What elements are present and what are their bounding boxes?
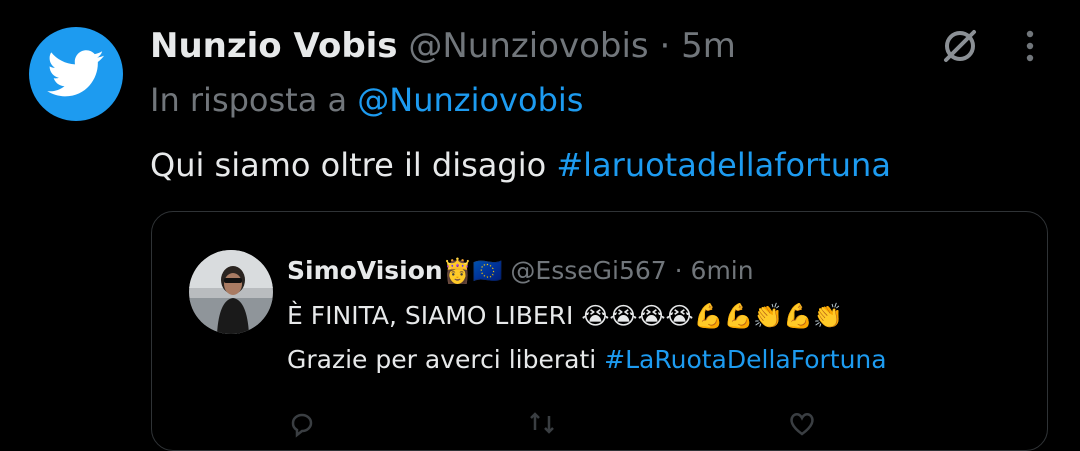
reply-prefix: In risposta a — [150, 81, 348, 119]
quoted-line-2-text: Grazie per averci liberati — [287, 345, 597, 374]
quoted-header: SimoVision👸🇪🇺 @EsseGi567 · 6min — [287, 254, 754, 288]
author-name[interactable]: Nunzio Vobis — [150, 26, 398, 66]
like-icon[interactable] — [787, 408, 817, 438]
quoted-separator: · — [674, 256, 683, 285]
reply-handle-link[interactable]: @Nunziovobis — [357, 81, 583, 119]
quoted-avatar[interactable] — [189, 250, 273, 334]
hide-icon[interactable] — [938, 24, 982, 68]
quoted-time[interactable]: 6min — [691, 256, 754, 285]
retweet-icon[interactable] — [527, 408, 557, 438]
quoted-line-2: Grazie per averci liberati #LaRuotaDella… — [287, 342, 887, 378]
quoted-hashtag-link[interactable]: #LaRuotaDellaFortuna — [604, 345, 886, 374]
avatar[interactable] — [29, 27, 123, 121]
tweet-body: Qui siamo oltre il disagio — [150, 146, 547, 184]
tweet-header: Nunzio Vobis @Nunziovobis · 5m — [150, 24, 736, 68]
quoted-author-name[interactable]: SimoVision — [287, 256, 443, 285]
reply-icon[interactable] — [287, 408, 317, 438]
quoted-tweet-card[interactable]: SimoVision👸🇪🇺 @EsseGi567 · 6min È FINITA… — [151, 211, 1048, 451]
reply-context: In risposta a @Nunziovobis — [150, 78, 583, 122]
more-options-icon[interactable] — [1012, 26, 1048, 66]
quoted-author-handle[interactable]: @EsseGi567 — [510, 256, 666, 285]
tweet-time[interactable]: 5m — [681, 26, 736, 66]
author-handle[interactable]: @Nunziovobis — [408, 26, 648, 66]
quoted-line-1: È FINITA, SIAMO LIBERI 😭😭😭😭💪💪👏💪👏 — [287, 298, 843, 334]
profile-photo-image — [189, 250, 273, 334]
twitter-bird-icon — [47, 50, 104, 97]
header-separator: · — [659, 26, 671, 66]
quoted-line-1-text: È FINITA, SIAMO LIBERI — [287, 301, 574, 330]
quoted-author-badges: 👸🇪🇺 — [442, 257, 503, 285]
tweet-text: Qui siamo oltre il disagio #laruotadella… — [150, 143, 891, 187]
quoted-line-1-emojis: 😭😭😭😭💪💪👏💪👏 — [581, 302, 843, 330]
hashtag-link[interactable]: #laruotadellafortuna — [556, 146, 891, 184]
quoted-action-bar — [287, 408, 967, 438]
